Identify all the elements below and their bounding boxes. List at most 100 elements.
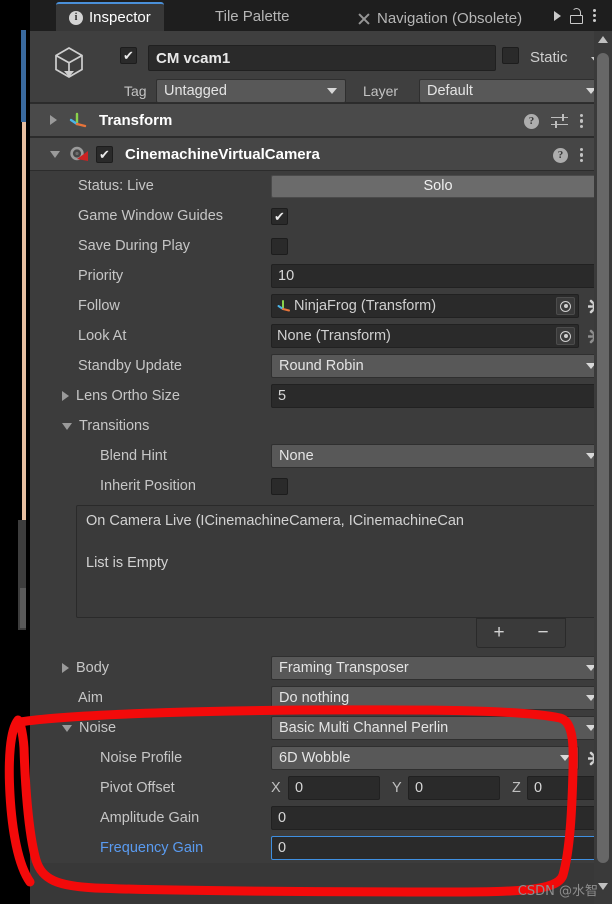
layer-dropdown[interactable]: Default [419, 79, 594, 103]
component-header-transform[interactable]: Transform ? [30, 103, 594, 137]
static-label: Static [530, 49, 568, 66]
pivot-x-input[interactable]: 0 [288, 776, 380, 800]
kebab-menu-icon[interactable] [580, 113, 584, 129]
priority-label: Priority [78, 268, 124, 284]
transitions-label: Transitions [79, 418, 150, 434]
layer-value: Default [427, 83, 473, 99]
transform-fold-arrow-icon[interactable] [50, 115, 57, 125]
noise-fold-arrow-icon[interactable] [62, 724, 72, 732]
pivot-y-input[interactable]: 0 [408, 776, 500, 800]
pivot-offset-label: Pivot Offset [100, 780, 175, 796]
object-picker-icon[interactable] [556, 297, 575, 315]
priority-value: 10 [278, 268, 295, 284]
inspector-content: CM vcam1 Static Tag Untagged Layer Defau… [30, 31, 594, 904]
row-noise: Noise Basic Multi Channel Perlin [30, 713, 594, 743]
scroll-up-arrow-icon[interactable] [598, 36, 608, 43]
chevron-down-icon [327, 88, 337, 94]
help-icon[interactable]: ? [553, 147, 568, 163]
transitions-fold-arrow-icon[interactable] [62, 422, 72, 430]
standby-update-value: Round Robin [279, 358, 364, 374]
tab-navigation[interactable]: Navigation (Obsolete) [344, 4, 535, 31]
tag-label: Tag [124, 83, 147, 99]
status-label: Status: Live [78, 178, 154, 194]
game-window-guides-checkbox[interactable] [271, 207, 288, 225]
cinemachine-enabled-checkbox[interactable] [96, 145, 113, 163]
unity-inspector-window: i Inspector Tile Palette Navigation (Obs… [0, 0, 612, 904]
noise-label: Noise [79, 720, 117, 736]
save-during-play-checkbox[interactable] [271, 237, 288, 255]
kebab-menu-icon[interactable] [593, 9, 597, 22]
body-fold-arrow-icon[interactable] [62, 663, 69, 673]
amplitude-gain-label: Amplitude Gain [100, 810, 200, 826]
priority-input[interactable]: 10 [271, 264, 594, 288]
row-pivot-offset: Pivot Offset X 0 Y 0 Z 0 [30, 773, 594, 803]
row-blend-hint: Blend Hint None [30, 441, 594, 471]
lens-ortho-size-value: 5 [278, 388, 287, 404]
lens-ortho-size-input[interactable]: 5 [271, 384, 594, 408]
object-picker-icon[interactable] [556, 327, 575, 345]
navigation-icon [357, 12, 371, 26]
left-gutter [0, 0, 30, 904]
row-game-window-guides: Game Window Guides [30, 201, 594, 231]
gameobject-icon-dropdown[interactable] [64, 71, 74, 77]
inherit-position-checkbox[interactable] [271, 477, 288, 495]
static-checkbox[interactable] [502, 47, 519, 64]
aim-dropdown[interactable]: Do nothing [271, 686, 594, 710]
blend-hint-dropdown[interactable]: None [271, 444, 594, 468]
lens-ortho-size-label: Lens Ortho Size [76, 388, 180, 404]
pivot-y-label: Y [392, 780, 402, 796]
game-window-guides-label: Game Window Guides [78, 208, 224, 224]
transform-header-icons: ? [524, 104, 584, 138]
noise-profile-label: Noise Profile [100, 750, 183, 766]
inspector-body: CM vcam1 Static Tag Untagged Layer Defau… [30, 31, 612, 904]
kebab-menu-icon[interactable] [580, 147, 584, 163]
pivot-y-value: 0 [415, 780, 424, 796]
lens-ortho-size-fold-arrow-icon[interactable] [62, 391, 69, 401]
play-arrow-icon[interactable] [554, 10, 561, 21]
tag-value: Untagged [164, 83, 227, 99]
body-dropdown[interactable]: Framing Transposer [271, 656, 594, 680]
gameobject-cube-icon [52, 45, 92, 85]
cinemachine-properties: Status: Live Solo Game Window Guides Sav… [30, 171, 594, 863]
component-header-cinemachine-virtual-camera[interactable]: CinemachineVirtualCamera ? [30, 137, 594, 171]
add-event-button[interactable]: + [493, 622, 504, 644]
gameobject-name-input[interactable]: CM vcam1 [148, 45, 496, 71]
solo-button[interactable]: Solo [271, 174, 594, 198]
tab-inspector-label: Inspector [89, 9, 151, 26]
save-during-play-label: Save During Play [78, 238, 191, 254]
row-transitions[interactable]: Transitions [30, 411, 594, 441]
noise-profile-dropdown[interactable]: 6D Wobble [271, 746, 579, 770]
row-follow: Follow NinjaFrog (Transform) [30, 291, 594, 321]
tab-bar: i Inspector Tile Palette Navigation (Obs… [30, 0, 612, 31]
cinemachine-fold-arrow-icon[interactable] [50, 150, 60, 158]
tab-tile-palette[interactable]: Tile Palette [202, 2, 302, 31]
scrollbar-thumb[interactable] [597, 53, 609, 863]
chevron-down-icon [560, 755, 570, 761]
tab-inspector[interactable]: i Inspector [56, 2, 164, 31]
vertical-scrollbar[interactable] [594, 31, 612, 904]
scroll-down-arrow-icon[interactable] [598, 883, 608, 890]
preset-icon[interactable] [551, 113, 568, 129]
event-list-buttons: + − [476, 618, 566, 648]
follow-label: Follow [78, 298, 120, 314]
transform-axis-icon [277, 299, 291, 313]
gameobject-name-value: CM vcam1 [156, 49, 231, 67]
pivot-z-input[interactable]: 0 [527, 776, 594, 800]
standby-update-dropdown[interactable]: Round Robin [271, 354, 594, 378]
remove-event-button[interactable]: − [537, 622, 548, 644]
look-at-object-field[interactable]: None (Transform) [271, 324, 579, 348]
gameobject-enabled-checkbox[interactable] [120, 47, 137, 64]
amplitude-gain-input[interactable]: 0 [271, 806, 594, 830]
gutter-scrollbar-thumb[interactable] [20, 588, 26, 628]
lock-icon[interactable] [570, 7, 583, 24]
look-at-label: Look At [78, 328, 127, 344]
row-amplitude-gain: Amplitude Gain 0 [30, 803, 594, 833]
frequency-gain-input[interactable]: 0 [271, 836, 594, 860]
noise-dropdown[interactable]: Basic Multi Channel Perlin [271, 716, 594, 740]
tag-dropdown[interactable]: Untagged [156, 79, 346, 103]
gameobject-header: CM vcam1 Static Tag Untagged Layer Defau… [30, 31, 594, 103]
component-title-cinemachine: CinemachineVirtualCamera [125, 145, 320, 163]
follow-object-field[interactable]: NinjaFrog (Transform) [271, 294, 579, 318]
help-icon[interactable]: ? [524, 113, 539, 129]
event-list-empty-label: List is Empty [86, 555, 169, 571]
